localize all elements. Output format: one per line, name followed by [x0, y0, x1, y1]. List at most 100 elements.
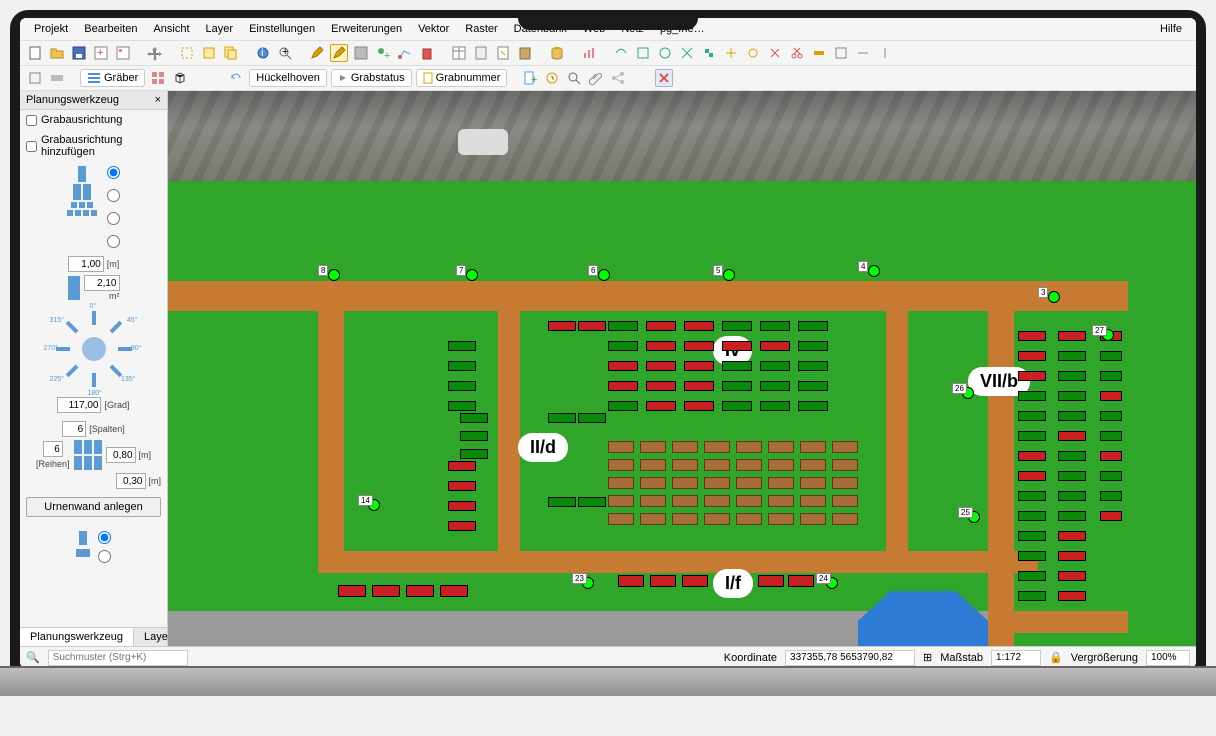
grave-plot[interactable] [578, 321, 606, 331]
grave-plot[interactable] [684, 341, 714, 351]
deselect-icon[interactable] [200, 44, 218, 62]
angle-input[interactable] [57, 397, 101, 413]
menu-vektor[interactable]: Vektor [410, 20, 457, 38]
cube-icon[interactable] [171, 69, 189, 87]
grave-plot[interactable] [788, 575, 814, 587]
open-icon[interactable] [48, 44, 66, 62]
grave-plot[interactable] [672, 513, 698, 525]
height-input[interactable] [84, 275, 120, 291]
topo6-icon[interactable] [722, 44, 740, 62]
grave-plot[interactable] [448, 401, 476, 411]
width-input[interactable] [68, 256, 104, 272]
grave-plot[interactable] [1018, 571, 1046, 581]
grave-plot[interactable] [1018, 351, 1046, 361]
grave-plot[interactable] [1100, 371, 1122, 381]
layout-radio-1[interactable] [107, 166, 120, 179]
attr-table-icon[interactable] [450, 44, 468, 62]
coord-field[interactable] [785, 650, 915, 666]
edit-pencil2-icon[interactable] [330, 44, 348, 62]
zoom-field[interactable] [1146, 650, 1190, 666]
advdig2-icon[interactable] [832, 44, 850, 62]
grave-plot[interactable] [1018, 431, 1046, 441]
grave-plot[interactable] [760, 381, 790, 391]
grave-plot[interactable] [722, 361, 752, 371]
grave-plot[interactable] [760, 401, 790, 411]
grave-plot[interactable] [684, 381, 714, 391]
grave-plot[interactable] [448, 481, 476, 491]
grave-plot[interactable] [448, 501, 476, 511]
grave-plot[interactable] [1058, 371, 1086, 381]
grave-plot[interactable] [646, 321, 676, 331]
grave-plot[interactable] [646, 361, 676, 371]
map-marker[interactable] [466, 269, 478, 281]
grave-plot[interactable] [1058, 411, 1086, 421]
grave-plot[interactable] [640, 495, 666, 507]
select-icon[interactable] [178, 44, 196, 62]
grave-plot[interactable] [704, 513, 730, 525]
copy-icon[interactable] [222, 44, 240, 62]
grave-plot[interactable] [832, 513, 858, 525]
search-icon[interactable] [565, 69, 583, 87]
refresh-icon[interactable] [227, 69, 245, 87]
close-tool-icon[interactable] [655, 69, 673, 87]
cut1-icon[interactable] [766, 44, 784, 62]
menu-layer[interactable]: Layer [198, 20, 242, 38]
topo1-icon[interactable] [612, 44, 630, 62]
menu-projekt[interactable]: Projekt [26, 20, 76, 38]
grave-plot[interactable] [760, 361, 790, 371]
tab-planungswerkzeug[interactable]: Planungswerkzeug [20, 628, 134, 646]
topo4-icon[interactable] [678, 44, 696, 62]
layout-radio-2[interactable] [107, 189, 120, 202]
grave-plot[interactable] [768, 495, 794, 507]
grave-plot[interactable] [704, 495, 730, 507]
grave-plot[interactable] [1018, 451, 1046, 461]
graeber-toggle[interactable]: Gräber [80, 69, 145, 87]
advdig4-icon[interactable] [876, 44, 894, 62]
topo2-icon[interactable] [634, 44, 652, 62]
advdig3-icon[interactable] [854, 44, 872, 62]
grave-plot[interactable] [736, 495, 762, 507]
menu-ansicht[interactable]: Ansicht [145, 20, 197, 38]
grave-plot[interactable] [736, 513, 762, 525]
scale-field[interactable] [991, 650, 1041, 666]
grave-plot[interactable] [608, 321, 638, 331]
map-marker[interactable] [723, 269, 735, 281]
grave-plot[interactable] [1018, 391, 1046, 401]
zoom-in-icon[interactable]: + [276, 44, 294, 62]
grave-plot[interactable] [1058, 591, 1086, 601]
search-input[interactable] [48, 650, 188, 666]
grabstatus-btn[interactable]: Grabstatus [331, 69, 412, 87]
grave-plot[interactable] [768, 459, 794, 471]
grave-plot[interactable] [1058, 431, 1086, 441]
orientation-h-radio[interactable] [98, 550, 111, 563]
grave-plot[interactable] [1058, 471, 1086, 481]
grave-plot[interactable] [800, 459, 826, 471]
cols-input[interactable] [62, 421, 86, 437]
new-form-icon[interactable]: + [521, 69, 539, 87]
grave-plot[interactable] [1058, 571, 1086, 581]
grave-plot[interactable] [640, 477, 666, 489]
add-layer2-icon[interactable] [48, 69, 66, 87]
grave-plot[interactable] [608, 459, 634, 471]
grave-plot[interactable] [608, 513, 634, 525]
stats-icon[interactable] [580, 44, 598, 62]
grave-plot[interactable] [548, 413, 576, 423]
grave-plot[interactable] [704, 477, 730, 489]
grave-plot[interactable] [1018, 531, 1046, 541]
layout-radio-4[interactable] [107, 235, 120, 248]
add-layer1-icon[interactable] [26, 69, 44, 87]
grave-plot[interactable] [608, 477, 634, 489]
grave-plot[interactable] [1058, 491, 1086, 501]
save-icon[interactable] [70, 44, 88, 62]
grave-plot[interactable] [448, 521, 476, 531]
grave-plot[interactable] [800, 495, 826, 507]
panel-close-icon[interactable]: × [155, 94, 161, 106]
grave-plot[interactable] [608, 341, 638, 351]
grave-plot[interactable] [798, 341, 828, 351]
history-icon[interactable] [543, 69, 561, 87]
layout-radio-3[interactable] [107, 212, 120, 225]
grave-plot[interactable] [608, 495, 634, 507]
grave-plot[interactable] [672, 459, 698, 471]
grave-plot[interactable] [406, 585, 434, 597]
grave-plot[interactable] [608, 401, 638, 411]
